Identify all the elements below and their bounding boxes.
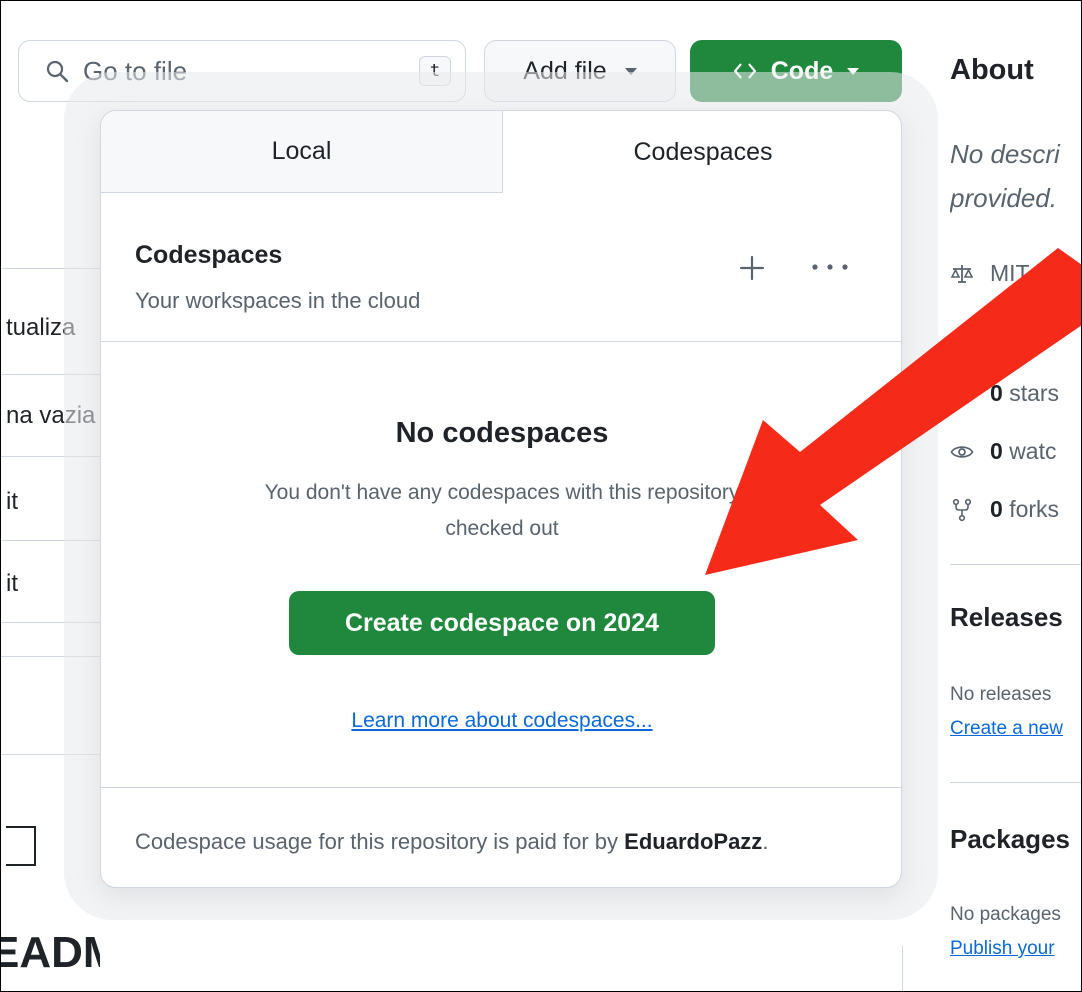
search-icon	[46, 60, 69, 83]
section-divider	[950, 782, 1082, 783]
footer-divider	[101, 787, 901, 788]
scale-icon	[950, 264, 974, 283]
readme-box-edge	[6, 826, 36, 866]
code-dropdown-panel: Local Codespaces Codespaces Your workspa…	[100, 110, 902, 888]
releases-title[interactable]: Releases	[950, 602, 1063, 633]
sidebar-divider	[902, 946, 903, 992]
about-description: No descri provided.	[950, 139, 1060, 213]
packages-text: No packages	[950, 904, 1061, 925]
packages-title[interactable]: Packages	[950, 824, 1070, 855]
dropdown-tabs: Local Codespaces	[101, 111, 901, 193]
empty-state-description: You don't have any codespaces with this …	[264, 481, 740, 540]
create-codespace-button[interactable]: Create codespace on 2024	[289, 591, 715, 655]
star-icon	[951, 383, 973, 403]
billing-note: Codespace usage for this repository is p…	[135, 829, 769, 854]
forks-item[interactable]: 0 forks	[950, 496, 1059, 523]
empty-state-title: No codespaces	[395, 417, 609, 449]
about-sidebar: About No descri provided. MIT lic Activi…	[950, 0, 1082, 992]
readme-heading: EADME	[0, 928, 100, 977]
fork-icon	[952, 498, 972, 521]
eye-icon	[950, 445, 974, 458]
releases-text: No releases	[950, 684, 1052, 705]
create-release-link[interactable]: Create a new	[950, 718, 1063, 740]
tab-codespaces[interactable]: Codespaces	[503, 111, 901, 193]
publish-package-link[interactable]: Publish your	[950, 938, 1055, 960]
tab-local[interactable]: Local	[101, 111, 503, 193]
learn-more-link[interactable]: Learn more about codespaces...	[101, 709, 901, 733]
plus-icon[interactable]	[737, 253, 767, 283]
activity-item[interactable]: Activit	[950, 322, 1051, 349]
kebab-icon[interactable]	[809, 261, 851, 273]
watchers-item[interactable]: 0 watc	[950, 438, 1056, 465]
section-divider	[950, 564, 1082, 565]
codespaces-subtitle: Your workspaces in the cloud	[135, 288, 421, 313]
license-item[interactable]: MIT lic	[950, 260, 1057, 287]
stars-item[interactable]: 0 stars	[950, 380, 1059, 407]
pulse-icon	[952, 325, 972, 346]
section-divider	[101, 341, 901, 342]
codespaces-title: Codespaces	[135, 241, 283, 269]
billing-owner: EduardoPazz	[624, 829, 763, 854]
codespaces-header: Codespaces Your workspaces in the cloud	[135, 241, 420, 314]
about-title: About	[950, 54, 1034, 86]
